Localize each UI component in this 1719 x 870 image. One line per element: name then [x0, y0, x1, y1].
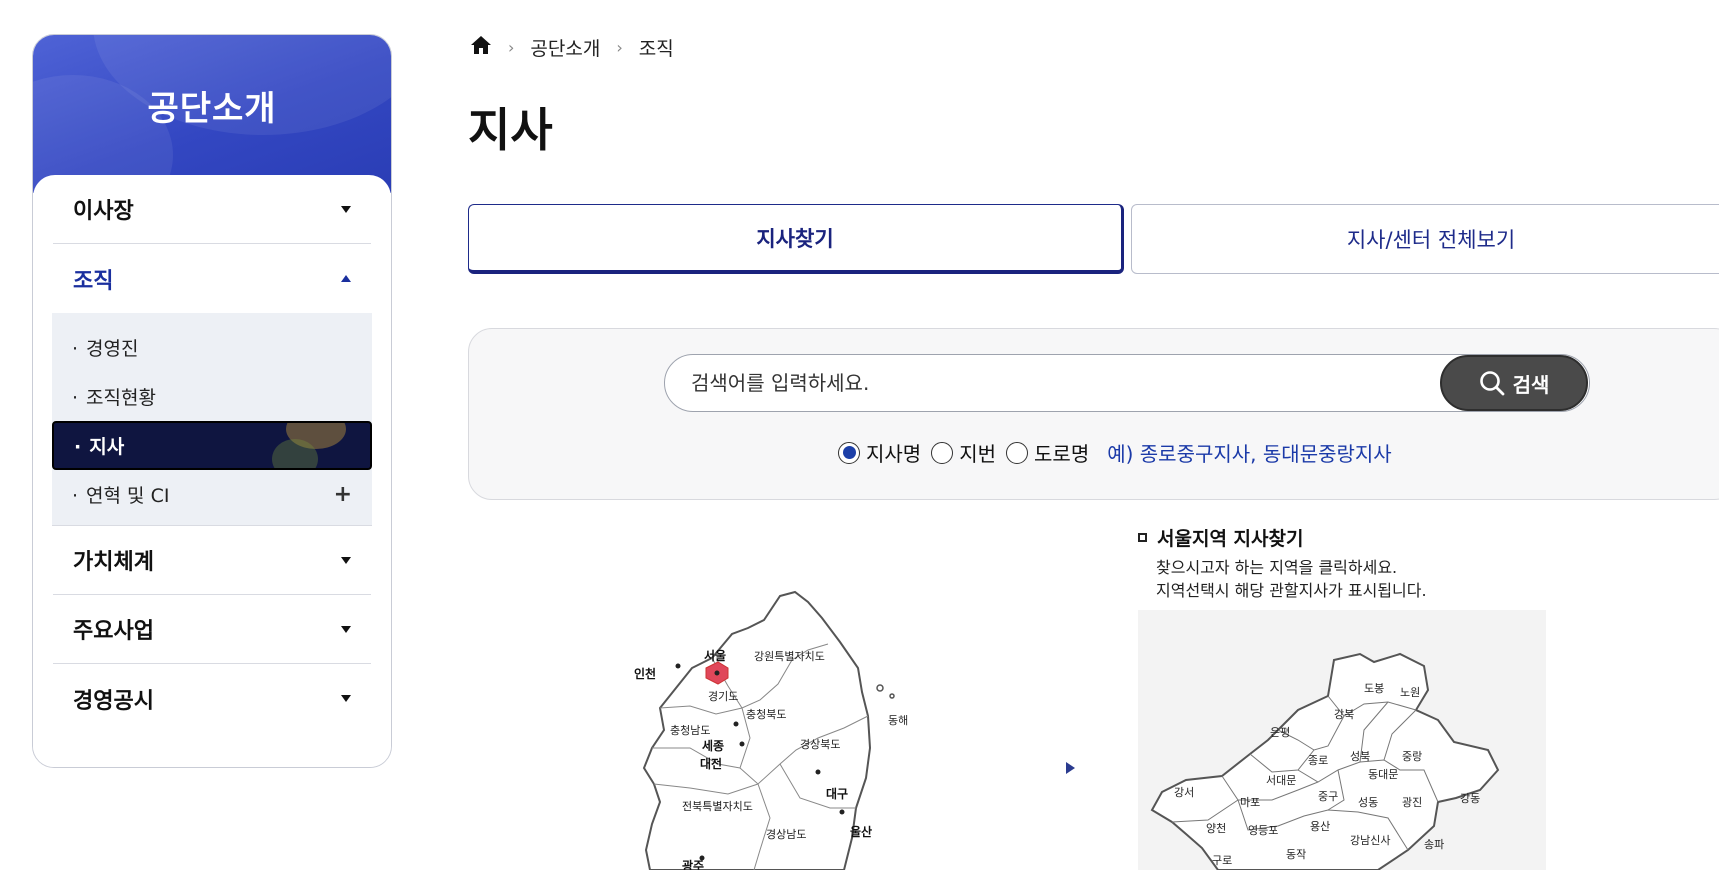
- tab-view-all-branches[interactable]: 지사/센터 전체보기: [1131, 204, 1719, 274]
- arrow-right-icon: [1066, 762, 1075, 774]
- sidebar-item-label: 조직: [73, 268, 114, 294]
- search-input[interactable]: [691, 355, 1331, 411]
- map-label-sejong: 세종: [702, 738, 724, 753]
- map-label-dobong: 도봉: [1364, 682, 1384, 695]
- submenu-item-label: 지사: [89, 436, 125, 458]
- submenu-item-org-status[interactable]: · 조직현황: [52, 372, 372, 421]
- breadcrumb-item[interactable]: 조직: [639, 34, 674, 61]
- map-label-gangseo: 강서: [1174, 786, 1194, 799]
- plus-icon: +: [333, 482, 352, 507]
- map-label-gyeongbuk: 경상북도: [800, 738, 840, 751]
- page-title: 지사: [468, 103, 553, 157]
- seoul-desc-line: 찾으시고자 하는 지역을 클릭하세요.: [1156, 558, 1398, 577]
- map-label-dongjak: 동작: [1286, 848, 1306, 861]
- submenu-item-label: 경영진: [86, 338, 139, 360]
- search-button-label: 검색: [1512, 372, 1550, 397]
- map-label-incheon: 인천: [634, 666, 656, 681]
- korea-map[interactable]: 서울 인천 강원특별자치도 경기도 충청북도 충청남도 세종 대전 경상북도 대…: [630, 588, 930, 870]
- map-label-songpa: 송파: [1424, 838, 1444, 851]
- map-label-gyeongnam: 경상남도: [766, 828, 806, 841]
- sidebar-item-business[interactable]: 주요사업: [53, 595, 371, 664]
- sidebar-item-values[interactable]: 가치체계: [53, 526, 371, 595]
- seoul-title-text: 서울지역 지사찾기: [1157, 528, 1304, 550]
- breadcrumb-item[interactable]: 공단소개: [530, 34, 600, 61]
- sidebar-item-label: 경영공시: [73, 688, 154, 714]
- home-icon[interactable]: [470, 35, 492, 60]
- radio-road-name[interactable]: 도로명: [1006, 438, 1089, 467]
- radio-label: 도로명: [1034, 442, 1090, 466]
- sidebar-header: 공단소개: [33, 35, 391, 235]
- map-label-gangbuk: 강북: [1334, 708, 1354, 721]
- chevron-right-icon: ›: [616, 38, 623, 57]
- submenu-item-label: 조직현황: [86, 387, 156, 409]
- submenu-organization: · 경영진 · 조직현황 · 지사 · 연혁 및 CI +: [52, 313, 372, 526]
- map-label-chungnam: 충청남도: [670, 724, 710, 737]
- radio-label: 지번: [959, 442, 997, 466]
- map-label-guro: 구로: [1212, 854, 1232, 867]
- map-label-jungnang: 중랑: [1402, 750, 1422, 763]
- search-button[interactable]: 검색: [1440, 355, 1588, 411]
- map-label-donghae: 동해: [888, 713, 908, 727]
- map-label-seodaemun: 서대문: [1266, 774, 1296, 787]
- seoul-description: 찾으시고자 하는 지역을 클릭하세요. 지역선택시 해당 관할지사가 표시됩니다…: [1156, 556, 1427, 602]
- sidebar-item-chairman[interactable]: 이사장: [53, 175, 371, 244]
- map-label-daegu: 대구: [826, 787, 848, 801]
- search-type-options: 지사명 지번 도로명 예) 종로중구지사, 동대문중랑지사: [838, 438, 1392, 467]
- sidebar: 공단소개 이사장 조직 · 경영진 · 조직현황 · 지사 · 연혁 및 CI +: [32, 34, 392, 768]
- submenu-item-executives[interactable]: · 경영진: [52, 323, 372, 372]
- map-label-dongdaemun: 동대문: [1368, 768, 1398, 781]
- map-label-daejeon: 대전: [700, 756, 722, 771]
- chevron-down-icon: [341, 205, 351, 213]
- map-label-gangnam-sinsa: 강남신사: [1350, 834, 1390, 847]
- sidebar-item-label: 주요사업: [73, 619, 154, 644]
- submenu-item-branch[interactable]: · 지사: [52, 421, 372, 470]
- radio-branch-name[interactable]: 지사명: [838, 438, 921, 467]
- map-label-junggu: 중구: [1318, 790, 1338, 803]
- radio-checked: [838, 441, 860, 464]
- sidebar-item-disclosure[interactable]: 경영공시: [53, 664, 371, 733]
- radio-unchecked: [931, 441, 954, 464]
- map-label-yongsan: 용산: [1310, 820, 1330, 833]
- map-label-chungbuk: 충청북도: [746, 708, 786, 721]
- map-label-nowon: 노원: [1400, 686, 1420, 699]
- search-icon: [1479, 371, 1504, 396]
- map-label-yeongdeungpo: 영등포: [1248, 824, 1278, 837]
- map-label-ulsan: 울산: [850, 824, 872, 839]
- search-example: 예) 종로중구지사, 동대문중랑지사: [1107, 442, 1392, 466]
- map-label-jeonbuk: 전북특별자치도: [682, 800, 753, 813]
- map-label-seongbuk: 성북: [1350, 750, 1370, 763]
- chevron-down-icon: [341, 556, 351, 564]
- sidebar-menu: 이사장 조직 · 경영진 · 조직현황 · 지사 · 연혁 및 CI + 가치체계: [33, 175, 391, 767]
- chevron-up-icon: [341, 275, 351, 282]
- map-label-jongno: 종로: [1308, 754, 1328, 767]
- map-label-gwangjin: 광진: [1402, 796, 1422, 809]
- map-label-gyeonggi: 경기도: [708, 690, 738, 703]
- map-label-mapo: 마포: [1240, 796, 1260, 809]
- chevron-right-icon: ›: [508, 38, 515, 57]
- map-label-seongdong: 성동: [1358, 796, 1378, 809]
- tab-find-branch[interactable]: 지사찾기: [468, 204, 1124, 274]
- radio-label: 지사명: [866, 442, 922, 466]
- sidebar-item-organization[interactable]: 조직: [53, 244, 371, 313]
- square-bullet-icon: [1138, 533, 1147, 542]
- seoul-desc-line: 지역선택시 해당 관할지사가 표시됩니다.: [1156, 581, 1427, 600]
- map-label-eunpyeong: 은평: [1270, 726, 1290, 739]
- chevron-down-icon: [341, 695, 351, 702]
- submenu-item-history-ci[interactable]: · 연혁 및 CI +: [52, 470, 372, 519]
- map-label-seoul: 서울: [704, 648, 726, 663]
- sidebar-item-label: 가치체계: [73, 550, 154, 575]
- chevron-down-icon: [341, 625, 351, 633]
- map-label-gangdong: 강동: [1460, 792, 1480, 805]
- map-label-gangwon: 강원특별자치도: [754, 650, 825, 663]
- breadcrumb: › 공단소개 › 조직: [470, 34, 674, 61]
- radio-lot-number[interactable]: 지번: [931, 438, 996, 467]
- sidebar-item-label: 이사장: [73, 199, 134, 224]
- map-label-yangcheon: 양천: [1206, 821, 1226, 835]
- submenu-item-label: 연혁 및 CI: [86, 485, 170, 507]
- seoul-map[interactable]: 도봉 노원 강북 은평 성북 중랑 종로 서대문 동대문 강서 마포 중구 성동…: [1138, 650, 1546, 870]
- radio-unchecked: [1006, 441, 1029, 464]
- map-label-gwangju: 광주: [682, 858, 704, 870]
- seoul-section-title: 서울지역 지사찾기: [1138, 524, 1303, 551]
